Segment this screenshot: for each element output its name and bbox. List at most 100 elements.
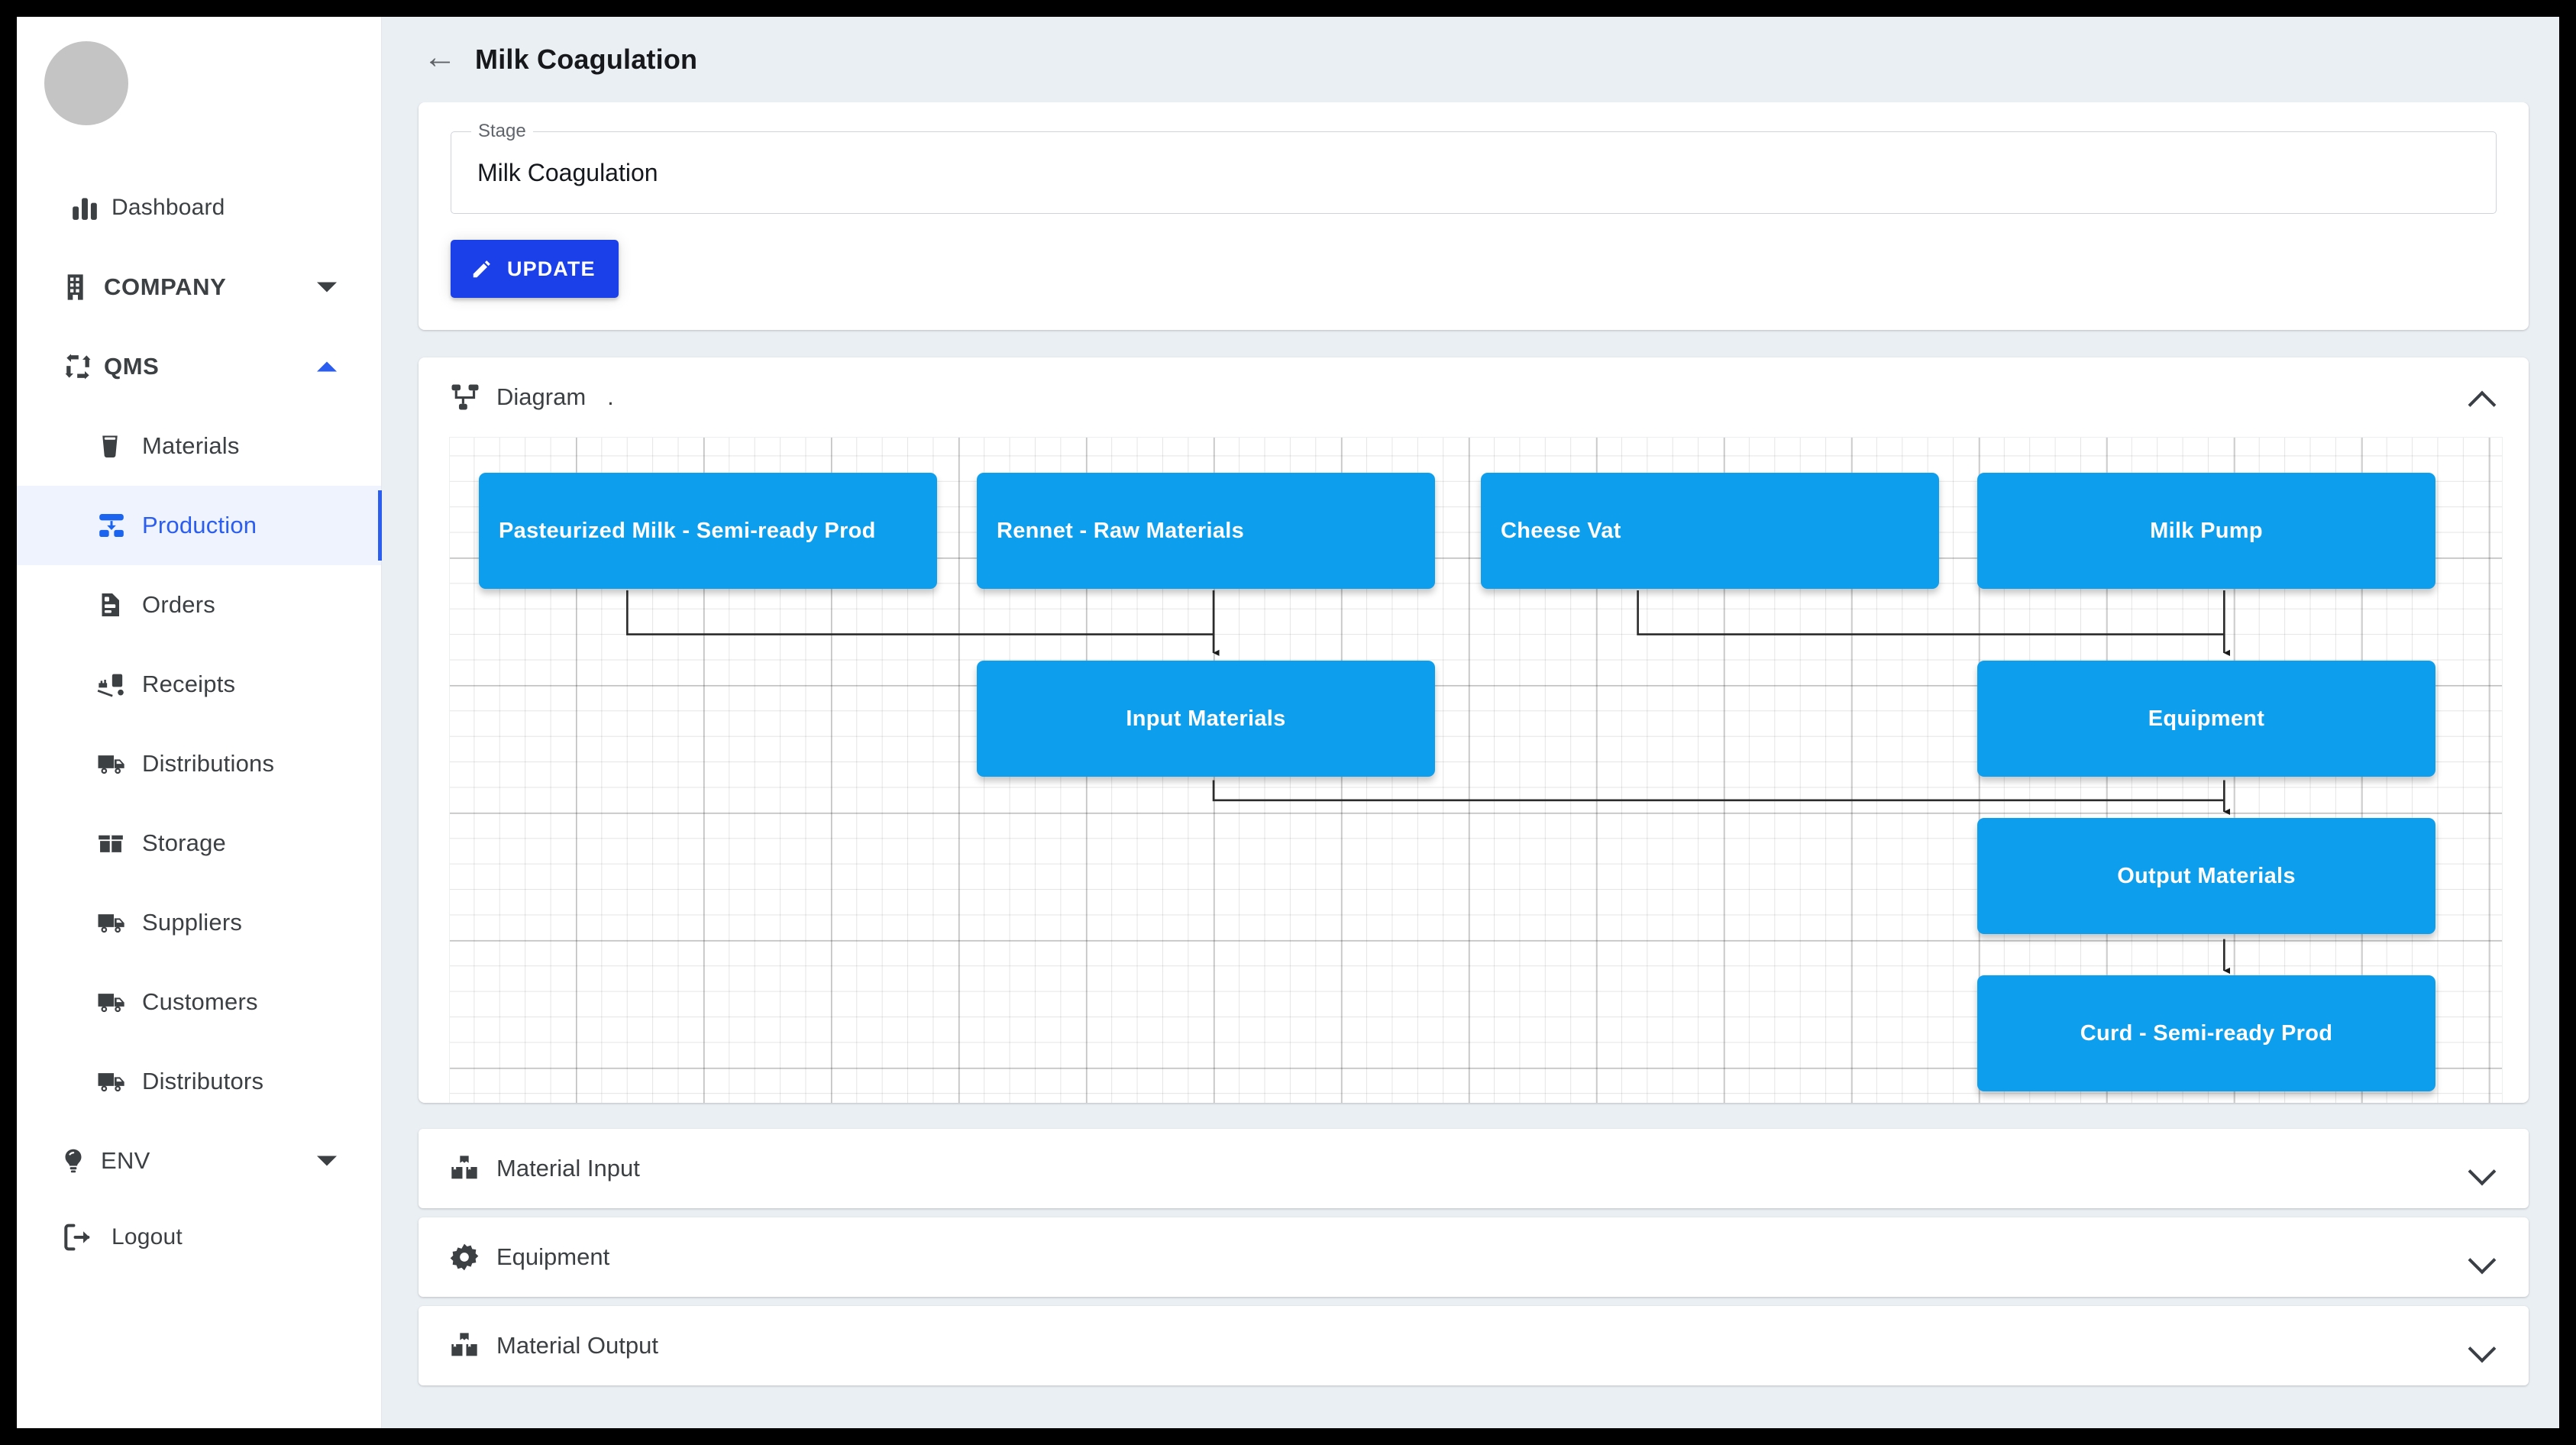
sidebar-item-label: Distributions (142, 750, 274, 777)
chevron-down-icon[interactable] (2469, 1244, 2495, 1270)
diagram-panel-dot: . (607, 383, 614, 411)
page-title: Milk Coagulation (475, 44, 697, 76)
sidebar-item-label: Production (142, 512, 257, 539)
chevron-down-icon[interactable] (317, 283, 337, 293)
diagram-node-label: Cheese Vat (1501, 519, 1621, 544)
accordion-list: Material Input Equipment (419, 1129, 2529, 1385)
sidebar-item-suppliers[interactable]: Suppliers (17, 883, 381, 962)
stage-field-legend: Stage (471, 121, 533, 142)
sidebar-item-customers[interactable]: Customers (17, 962, 381, 1042)
accordion-header[interactable]: Material Input (419, 1129, 2529, 1208)
sidebar-item-label: Dashboard (112, 195, 225, 221)
pencil-icon (470, 257, 493, 280)
avatar-container (17, 17, 381, 125)
sidebar-item-storage[interactable]: Storage (17, 803, 381, 883)
back-arrow-icon[interactable]: ← (423, 40, 457, 74)
building-icon (63, 272, 104, 302)
chevron-up-icon[interactable] (2469, 384, 2495, 410)
accordion-equipment: Equipment (419, 1217, 2529, 1297)
diagram-node-label: Input Materials (1126, 706, 1285, 732)
truck-icon (96, 907, 142, 938)
forklift-icon (96, 669, 142, 700)
box-icon (96, 829, 142, 858)
chevron-down-icon[interactable] (2469, 1333, 2495, 1359)
sidebar-item-label: Materials (142, 432, 240, 460)
recycle-icon (63, 351, 104, 382)
production-flow-icon (96, 510, 142, 541)
diagram-node-label: Curd - Semi-ready Prod (2080, 1021, 2333, 1046)
sidebar-item-receipts[interactable]: Receipts (17, 645, 381, 724)
sidebar: Dashboard COMPANY (17, 17, 382, 1428)
accordion-label: Equipment (496, 1243, 609, 1271)
chevron-up-icon[interactable] (317, 362, 337, 372)
diagram-node-label: Equipment (2148, 706, 2265, 732)
lightbulb-icon (60, 1147, 101, 1175)
chevron-down-icon[interactable] (317, 1156, 337, 1166)
sidebar-item-label: Receipts (142, 671, 235, 698)
diagram-node[interactable]: Milk Pump (1977, 473, 2435, 589)
sidebar-item-label: COMPANY (104, 273, 226, 301)
sidebar-item-label: Customers (142, 988, 258, 1016)
accordion-material-input: Material Input (419, 1129, 2529, 1208)
bar-chart-icon (70, 193, 112, 222)
sidebar-item-orders[interactable]: Orders (17, 565, 381, 645)
sidebar-item-env[interactable]: ENV (17, 1121, 381, 1201)
stage-field[interactable]: Stage Milk Coagulation (451, 131, 2497, 214)
diagram-panel: Diagram . (419, 357, 2529, 1103)
main-area: ← Milk Coagulation Stage Milk Coagulatio… (382, 17, 2559, 1428)
sidebar-item-label: QMS (104, 353, 159, 380)
diagram-node-label: Pasteurized Milk - Semi-ready Prod (499, 519, 876, 544)
update-button[interactable]: UPDATE (451, 240, 619, 298)
diagram-panel-header[interactable]: Diagram . (419, 357, 2529, 437)
sidebar-item-logout[interactable]: Logout (17, 1201, 381, 1274)
chevron-down-icon[interactable] (2469, 1156, 2495, 1182)
cup-icon (96, 432, 142, 460)
boxes-icon (449, 1153, 496, 1184)
sidebar-nav: Dashboard COMPANY (17, 168, 381, 1274)
stage-card: Stage Milk Coagulation UPDATE (419, 102, 2529, 330)
diagram-node-icon (449, 381, 496, 413)
diagram-node[interactable]: Rennet - Raw Materials (977, 473, 1435, 589)
update-button-label: UPDATE (507, 257, 596, 281)
diagram-node[interactable]: Cheese Vat (1481, 473, 1939, 589)
sidebar-item-production[interactable]: Production (17, 486, 381, 565)
accordion-label: Material Input (496, 1155, 640, 1182)
stage-field-value: Milk Coagulation (477, 159, 658, 187)
sidebar-item-materials[interactable]: Materials (17, 406, 381, 486)
diagram-node[interactable]: Pasteurized Milk - Semi-ready Prod (479, 473, 937, 589)
content-scroll: Stage Milk Coagulation UPDATE (382, 102, 2559, 1428)
diagram-canvas[interactable]: Pasteurized Milk - Semi-ready Prod Renne… (450, 438, 2502, 1103)
sidebar-item-label: Distributors (142, 1068, 263, 1095)
diagram-node[interactable]: Output Materials (1977, 818, 2435, 934)
diagram-node-label: Output Materials (2117, 864, 2296, 889)
sidebar-item-label: Logout (112, 1224, 183, 1250)
sidebar-item-company[interactable]: COMPANY (17, 247, 381, 327)
sidebar-item-dashboard[interactable]: Dashboard (17, 168, 381, 247)
accordion-material-output: Material Output (419, 1306, 2529, 1385)
sidebar-item-distributors[interactable]: Distributors (17, 1042, 381, 1121)
sidebar-item-label: ENV (101, 1147, 150, 1175)
avatar[interactable] (44, 41, 128, 125)
sidebar-item-label: Suppliers (142, 909, 242, 936)
document-icon (96, 591, 142, 619)
truck-icon (96, 1066, 142, 1097)
page-header: ← Milk Coagulation (382, 17, 2559, 102)
logout-icon (61, 1221, 112, 1253)
sidebar-item-distributions[interactable]: Distributions (17, 724, 381, 803)
diagram-node-label: Milk Pump (2150, 519, 2263, 544)
diagram-canvas-wrapper[interactable]: Pasteurized Milk - Semi-ready Prod Renne… (449, 437, 2503, 1103)
sidebar-item-qms[interactable]: QMS (17, 327, 381, 406)
accordion-header[interactable]: Equipment (419, 1217, 2529, 1297)
diagram-node[interactable]: Equipment (1977, 661, 2435, 777)
accordion-label: Material Output (496, 1332, 658, 1359)
diagram-node[interactable]: Input Materials (977, 661, 1435, 777)
diagram-panel-title: Diagram (496, 383, 586, 411)
diagram-node-label: Rennet - Raw Materials (997, 519, 1244, 544)
accordion-header[interactable]: Material Output (419, 1306, 2529, 1385)
sidebar-item-label: Orders (142, 591, 215, 619)
sidebar-item-label: Storage (142, 829, 226, 857)
truck-icon (96, 987, 142, 1017)
truck-icon (96, 748, 142, 779)
gear-icon (449, 1242, 496, 1272)
diagram-node[interactable]: Curd - Semi-ready Prod (1977, 975, 2435, 1091)
